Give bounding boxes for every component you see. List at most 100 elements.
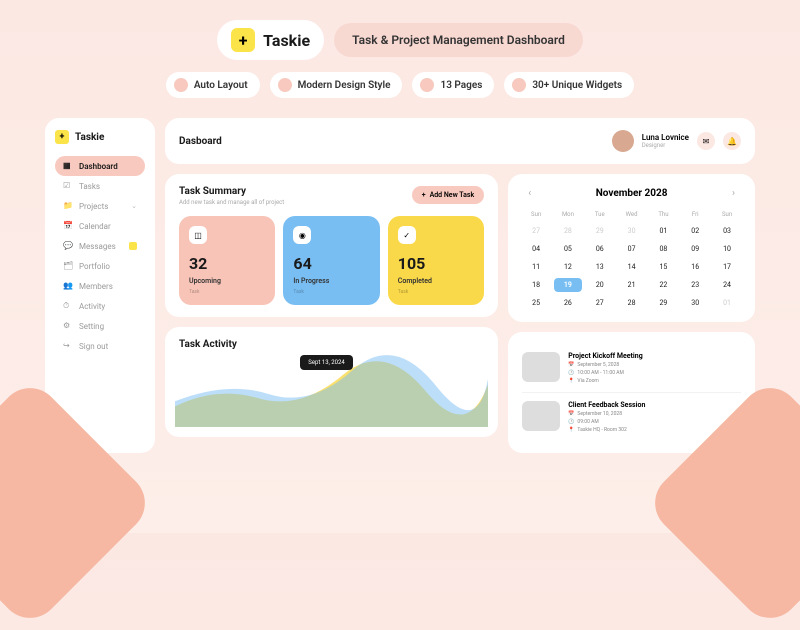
calendar-day[interactable]: 01	[713, 296, 741, 310]
calendar-day[interactable]: 27	[586, 296, 614, 310]
stat-small: Task	[293, 289, 369, 295]
stat-value: 64	[293, 254, 369, 273]
sidebar-item-messages[interactable]: 💬Messages	[55, 236, 145, 256]
stat-card-upcoming[interactable]: ◫32UpcomingTask	[179, 216, 275, 305]
stat-icon: ◉	[293, 226, 311, 244]
calendar-day[interactable]: 30	[618, 224, 646, 238]
stat-value: 105	[398, 254, 474, 273]
feature-dot-icon	[278, 78, 292, 92]
feature-pill: 30+ Unique Widgets	[504, 72, 634, 98]
calendar-day[interactable]: 13	[586, 260, 614, 274]
calendar-day[interactable]: 18	[522, 278, 550, 292]
stat-icon: ◫	[189, 226, 207, 244]
nav-icon: ⚙	[63, 321, 73, 331]
activity-title: Task Activity	[179, 339, 484, 350]
feature-pill: Modern Design Style	[270, 72, 403, 98]
sidebar: + Taskie ▦Dashboard☑Tasks📁Projects⌄📅Cale…	[45, 118, 155, 453]
summary-title: Task Summary	[179, 186, 284, 197]
feature-dot-icon	[420, 78, 434, 92]
user-name: Luna Lovnice	[642, 133, 689, 142]
calendar-day[interactable]: 22	[650, 278, 678, 292]
nav-label: Calendar	[79, 222, 111, 231]
calendar-day[interactable]: 21	[618, 278, 646, 292]
add-task-button[interactable]: + Add New Task	[412, 186, 484, 204]
calendar-day[interactable]: 17	[713, 260, 741, 274]
calendar-day[interactable]: 29	[650, 296, 678, 310]
calendar-day[interactable]: 07	[618, 242, 646, 256]
event-item[interactable]: Client Feedback Session 📅September 10, 20…	[522, 392, 741, 441]
calendar-day[interactable]: 11	[522, 260, 550, 274]
nav-icon: 📁	[63, 201, 73, 211]
sidebar-item-sign-out[interactable]: ↪Sign out	[55, 336, 145, 356]
avatar[interactable]	[612, 130, 634, 152]
sidebar-item-setting[interactable]: ⚙ Setting	[55, 316, 145, 336]
calendar-day[interactable]: 02	[681, 224, 709, 238]
nav-icon: 👥	[63, 281, 73, 291]
sidebar-item-dashboard[interactable]: ▦Dashboard	[55, 156, 145, 176]
topbar: Dasboard Luna Lovnice Designer ✉ 🔔	[165, 118, 755, 164]
calendar-day[interactable]: 24	[713, 278, 741, 292]
calendar-day[interactable]: 15	[650, 260, 678, 274]
calendar-day[interactable]: 30	[681, 296, 709, 310]
calendar-day[interactable]: 28	[554, 224, 582, 238]
calendar-day[interactable]: 27	[522, 224, 550, 238]
calendar-day[interactable]: 25	[522, 296, 550, 310]
calendar-day[interactable]: 01	[650, 224, 678, 238]
logo-icon: +	[231, 28, 255, 52]
calendar-dow: Wed	[618, 209, 646, 220]
activity-chart: Sept 13, 2024	[175, 355, 488, 427]
calendar-next-button[interactable]: ›	[726, 186, 741, 201]
chat-icon[interactable]: ✉	[697, 132, 715, 150]
event-date: 📅September 10, 2028	[568, 411, 645, 417]
stat-label: Completed	[398, 277, 474, 285]
nav-label: Projects	[79, 202, 108, 211]
sidebar-item-activity[interactable]: ⏱Activity	[55, 296, 145, 316]
calendar-day[interactable]: 16	[681, 260, 709, 274]
calendar-day[interactable]: 20	[586, 278, 614, 292]
calendar-day[interactable]: 29	[586, 224, 614, 238]
calendar-day[interactable]: 08	[650, 242, 678, 256]
stat-label: In Progress	[293, 277, 369, 285]
stat-card-completed[interactable]: ✓105CompletedTask	[388, 216, 484, 305]
calendar-day[interactable]: 05	[554, 242, 582, 256]
sidebar-item-calendar[interactable]: 📅Calendar	[55, 216, 145, 236]
pin-icon: 📍	[568, 378, 574, 384]
calendar-day[interactable]: 28	[618, 296, 646, 310]
sidebar-item-members[interactable]: 👥Members	[55, 276, 145, 296]
feature-label: 13 Pages	[440, 80, 482, 91]
brand-pill: + Taskie	[217, 20, 324, 60]
plus-icon: +	[422, 191, 426, 199]
sidebar-brand: + Taskie	[55, 130, 145, 144]
calendar-day[interactable]: 06	[586, 242, 614, 256]
stat-label: Upcoming	[189, 277, 265, 285]
sidebar-brand-name: Taskie	[75, 132, 104, 143]
calendar-day[interactable]: 14	[618, 260, 646, 274]
task-activity-card: Task Activity Sept 13, 2024	[165, 327, 498, 437]
nav-icon: 🗂	[63, 261, 73, 271]
calendar-dow: Fri	[681, 209, 709, 220]
stat-card-in-progress[interactable]: ◉ 64 In Progress Task	[283, 216, 379, 305]
event-item[interactable]: Project Kickoff Meeting📅September 5, 202…	[522, 344, 741, 392]
sidebar-item-portfolio[interactable]: 🗂 Portfolio	[55, 256, 145, 276]
breadcrumb: Dasboard	[179, 136, 222, 147]
sidebar-item-tasks[interactable]: ☑Tasks	[55, 176, 145, 196]
calendar-day[interactable]: 09	[681, 242, 709, 256]
calendar-prev-button[interactable]: ‹	[522, 186, 537, 201]
calendar-day[interactable]: 10	[713, 242, 741, 256]
calendar-day[interactable]: 03	[713, 224, 741, 238]
calendar-dow: Tue	[586, 209, 614, 220]
event-time: 🕐10:00 AM - 11:00 AM	[568, 370, 643, 376]
calendar-day[interactable]: 19	[554, 278, 582, 292]
bell-icon[interactable]: 🔔	[723, 132, 741, 150]
sidebar-item-projects[interactable]: 📁Projects⌄	[55, 196, 145, 216]
calendar-day[interactable]: 04	[522, 242, 550, 256]
event-title: Client Feedback Session	[568, 401, 645, 409]
calendar-icon: 📅	[568, 362, 574, 368]
feature-label: Modern Design Style	[298, 80, 391, 91]
calendar-day[interactable]: 23	[681, 278, 709, 292]
nav-label: Setting	[79, 322, 104, 331]
feature-pill: Auto Layout	[166, 72, 260, 98]
nav-label: Portfolio	[79, 262, 110, 271]
calendar-day[interactable]: 26	[554, 296, 582, 310]
calendar-day[interactable]: 12	[554, 260, 582, 274]
